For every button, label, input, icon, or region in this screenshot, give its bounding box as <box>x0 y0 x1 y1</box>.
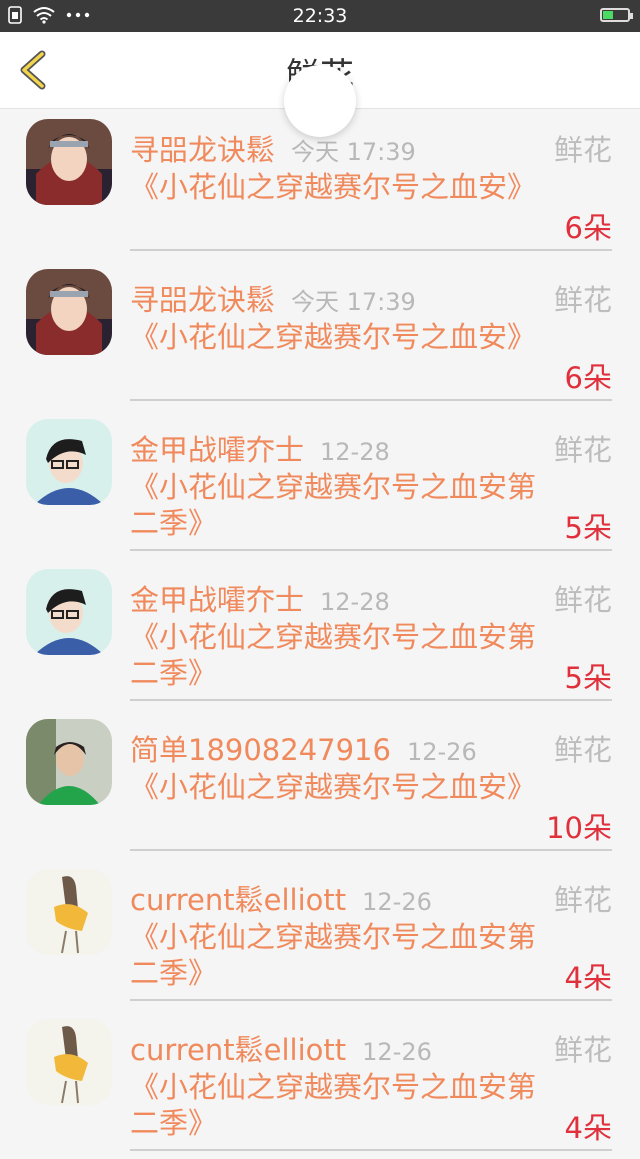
book-title[interactable]: 《小花仙之穿越赛尔号之血安第二季》 <box>130 1069 540 1141</box>
book-title[interactable]: 《小花仙之穿越赛尔号之血安》 <box>130 769 540 805</box>
divider <box>130 1149 612 1151</box>
sender-name-text: current鬆elliott <box>130 1033 347 1067</box>
flower-count: 4朵 <box>564 961 612 995</box>
divider <box>130 849 612 851</box>
sender-name: 金甲战嚯夰士 12-28 <box>130 427 390 469</box>
divider <box>130 549 612 551</box>
battery-charging-icon <box>600 8 633 22</box>
sender-name-text: current鬆elliott <box>130 883 347 917</box>
book-title[interactable]: 《小花仙之穿越赛尔号之血安第二季》 <box>130 619 540 691</box>
gift-time: 12-26 <box>406 738 477 766</box>
sender-name-text: 金甲战嚯夰士 <box>130 433 305 467</box>
sender-name-text: 简单18908247916 <box>130 733 391 767</box>
sender-name: current鬆elliott 12-26 <box>130 1027 432 1069</box>
flower-count: 5朵 <box>564 511 612 545</box>
gift-time: 12-28 <box>320 438 390 466</box>
sender-name: 金甲战嚯夰士 12-28 <box>130 577 390 619</box>
list-item[interactable]: 金甲战嚯夰士 12-28 鲜花 《小花仙之穿越赛尔号之血安第二季》 5朵 <box>0 559 640 709</box>
book-title[interactable]: 《小花仙之穿越赛尔号之血安第二季》 <box>130 919 540 991</box>
sender-name: 简单18908247916 12-26 <box>130 727 477 769</box>
gift-type: 鲜花 <box>553 133 612 167</box>
sender-name-text: 寻㗊龙诀鬆 <box>130 133 276 167</box>
divider <box>130 399 612 401</box>
gift-time: 今天 17:39 <box>291 288 416 316</box>
gift-time: 今天 17:39 <box>291 138 416 166</box>
list-item[interactable]: 金甲战嚯夰士 12-28 鲜花 《小花仙之穿越赛尔号之血安第二季》 5朵 <box>0 409 640 559</box>
divider <box>130 249 612 251</box>
gift-type: 鲜花 <box>553 283 612 317</box>
status-time: 22:33 <box>292 5 348 27</box>
gift-type: 鲜花 <box>553 583 612 617</box>
flower-count: 6朵 <box>564 211 612 245</box>
sender-name-text: 寻㗊龙诀鬆 <box>130 283 276 317</box>
gift-type: 鲜花 <box>553 433 612 467</box>
flower-count: 4朵 <box>564 1111 612 1145</box>
divider <box>130 699 612 701</box>
flower-count: 5朵 <box>564 661 612 695</box>
avatar[interactable] <box>26 869 112 955</box>
list-item[interactable]: 简单18908247916 12-26 鲜花 《小花仙之穿越赛尔号之血安》 10朵 <box>0 709 640 859</box>
sender-name: 寻㗊龙诀鬆 今天 17:39 <box>130 277 416 319</box>
gift-time: 12-28 <box>320 588 390 616</box>
gift-type: 鲜花 <box>553 733 612 767</box>
avatar[interactable] <box>26 269 112 355</box>
book-title[interactable]: 《小花仙之穿越赛尔号之血安》 <box>130 319 540 355</box>
sender-name-text: 金甲战嚯夰士 <box>130 583 305 617</box>
list-item[interactable]: current鬆elliott 12-26 鲜花 《小花仙之穿越赛尔号之血安第二季… <box>0 1009 640 1159</box>
flower-count: 6朵 <box>564 361 612 395</box>
book-title[interactable]: 《小花仙之穿越赛尔号之血安》 <box>130 169 540 205</box>
list-item[interactable]: 寻㗊龙诀鬆 今天 17:39 鲜花 《小花仙之穿越赛尔号之血安》 6朵 <box>0 109 640 259</box>
book-title[interactable]: 《小花仙之穿越赛尔号之血安第二季》 <box>130 469 540 541</box>
gift-time: 12-26 <box>362 1038 432 1066</box>
flower-count: 10朵 <box>546 811 612 845</box>
list-item[interactable]: 寻㗊龙诀鬆 今天 17:39 鲜花 《小花仙之穿越赛尔号之血安》 6朵 <box>0 259 640 409</box>
gift-time: 12-26 <box>362 888 432 916</box>
avatar[interactable] <box>26 569 112 655</box>
list-item[interactable]: current鬆elliott 12-26 鲜花 《小花仙之穿越赛尔号之血安第二季… <box>0 859 640 1009</box>
avatar[interactable] <box>26 119 112 205</box>
status-bar: 22:33 <box>0 0 640 32</box>
divider <box>130 999 612 1001</box>
avatar[interactable] <box>26 1019 112 1105</box>
avatar[interactable] <box>26 419 112 505</box>
avatar[interactable] <box>26 719 112 805</box>
gift-type: 鲜花 <box>553 883 612 917</box>
sender-name: 寻㗊龙诀鬆 今天 17:39 <box>130 127 416 169</box>
flower-gift-list: 寻㗊龙诀鬆 今天 17:39 鲜花 《小花仙之穿越赛尔号之血安》 6朵 寻㗊龙诀鬆… <box>0 109 640 1159</box>
gift-type: 鲜花 <box>553 1033 612 1067</box>
sender-name: current鬆elliott 12-26 <box>130 877 432 919</box>
